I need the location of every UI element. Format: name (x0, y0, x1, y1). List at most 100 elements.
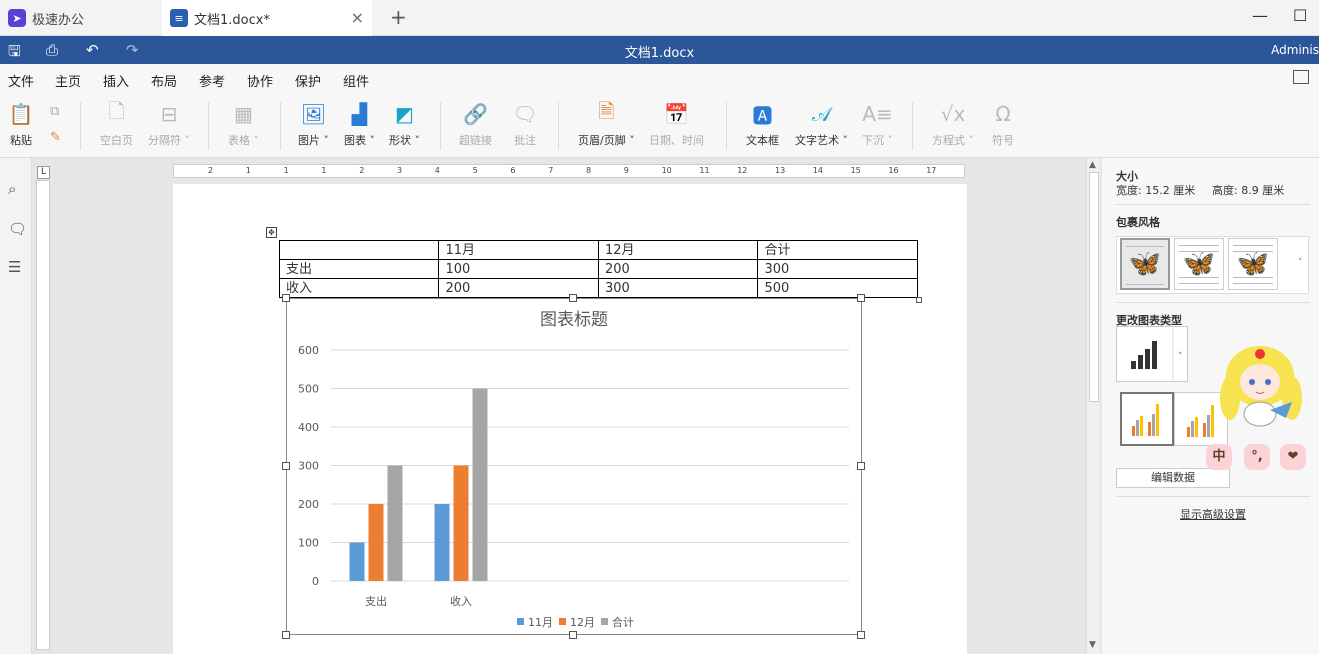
ime-chinese-mode[interactable]: 中 (1206, 444, 1232, 470)
resize-handle[interactable] (282, 294, 290, 302)
horizontal-ruler[interactable]: 2 1 1 1 2 3 4 5 6 7 8 9 10 11 12 13 14 15 16 17 (173, 164, 965, 178)
resize-handle[interactable] (857, 462, 865, 470)
table-button[interactable]: ▦ 表格 ˅ (228, 102, 259, 148)
format-painter-icon[interactable]: ✎ (50, 130, 61, 145)
scroll-up-icon[interactable]: ▲ (1089, 160, 1096, 170)
mascot-image[interactable] (1210, 336, 1310, 436)
copy-icon[interactable]: ⧉ (50, 104, 59, 119)
paste-button[interactable]: 📋 粘贴 (8, 102, 34, 148)
chart-object[interactable]: 图表标题 0 100 200 300 400 500 600 支出 收入 11月 12月 合计 (286, 298, 862, 635)
legend-marker (601, 618, 608, 625)
table-cell[interactable]: 200 (597, 259, 759, 279)
app-tab[interactable]: ➤ 极速办公 (0, 0, 160, 36)
menu-bar: 文件 主页 插入 布局 参考 协作 保护 组件 (0, 64, 1319, 96)
user-name[interactable]: Adminis (1271, 43, 1319, 57)
image-button[interactable]: 🖼 图片 ˅ (298, 102, 329, 148)
comments-icon[interactable]: 🗨 (8, 220, 27, 238)
y-tick-label: 300 (298, 460, 319, 473)
page-break-button[interactable]: ⊟ 分隔符 ˅ (148, 102, 190, 148)
resize-handle[interactable] (282, 631, 290, 639)
bar-合计-支出 (387, 465, 403, 581)
menu-insert[interactable]: 插入 (103, 71, 130, 96)
butterfly-icon: 🦋 (1236, 249, 1270, 279)
ruler-tick-label: 8 (586, 166, 592, 175)
bar-11月-支出 (349, 542, 365, 581)
chart-style-1[interactable] (1120, 392, 1174, 446)
hyperlink-button[interactable]: 🔗 超链接 (459, 102, 492, 148)
table-label: 表格 ˅ (228, 134, 259, 147)
clipboard-icon: 📋 (8, 102, 34, 126)
y-tick-label: 200 (298, 498, 319, 511)
table-cell[interactable]: 100 (438, 259, 599, 279)
chevron-down-icon[interactable]: ˅ (1298, 258, 1303, 268)
menu-home[interactable]: 主页 (55, 71, 81, 90)
ruler-tick-label: 9 (623, 166, 629, 175)
close-tab-icon[interactable]: × (351, 8, 364, 27)
ruler-tick-label: 1 (283, 166, 289, 175)
menu-plugins[interactable]: 组件 (343, 71, 369, 90)
new-tab-button[interactable]: + (390, 5, 407, 29)
resize-handle[interactable] (857, 294, 865, 302)
chart-type-selector[interactable]: ˅ (1116, 326, 1188, 383)
scroll-down-icon[interactable]: ▼ (1089, 640, 1096, 650)
datetime-button[interactable]: 📅 日期、时间 (649, 102, 704, 148)
menu-protect[interactable]: 保护 (295, 71, 321, 90)
page-break-label: 分隔符 ˅ (148, 134, 190, 147)
table-cell[interactable]: 合计 (757, 240, 918, 260)
dropcap-button[interactable]: A≡ 下沉 ˅ (862, 102, 893, 148)
left-toolbar: ⌕ 🗨 ☰ (0, 158, 32, 654)
textbox-button[interactable]: 🅰 文本框 (746, 102, 779, 148)
edit-data-button[interactable]: 编辑数据 (1116, 468, 1230, 488)
blank-page-button[interactable]: 🗋 空白页 (100, 99, 133, 148)
menu-layout[interactable]: 布局 (151, 71, 177, 90)
minimize-icon[interactable]: — (1252, 6, 1268, 25)
ime-heart-icon[interactable]: ❤ (1280, 444, 1306, 470)
ime-punctuation[interactable]: °, (1244, 444, 1270, 470)
tab-stop-selector[interactable]: L (37, 166, 50, 179)
symbol-button[interactable]: Ω 符号 (990, 102, 1016, 148)
vertical-scrollbar[interactable]: ▲ ▼ (1086, 158, 1100, 654)
resize-handle[interactable] (569, 631, 577, 639)
menu-collaborate[interactable]: 协作 (247, 71, 273, 90)
wrap-style-tight[interactable]: 🦋 (1228, 238, 1278, 290)
vertical-ruler[interactable] (36, 180, 50, 650)
shape-button[interactable]: ◩ 形状 ˅ (389, 102, 420, 148)
data-table[interactable]: 11月 12月 合计 支出 100 200 300 收入 200 300 500 (278, 240, 918, 298)
calendar-icon: 📅 (664, 102, 689, 126)
scrollbar-thumb[interactable] (1089, 172, 1099, 402)
wordart-button[interactable]: 𝒜 文字艺术 ˅ (795, 102, 848, 148)
table-cell[interactable]: 11月 (438, 240, 599, 260)
ruler-tick-label: 1 (321, 166, 327, 175)
table-cell[interactable]: 500 (757, 278, 918, 298)
document-tab[interactable]: ≡ 文档1.docx* × (162, 0, 372, 36)
menu-file[interactable]: 文件 (8, 71, 34, 90)
wordart-label: 文字艺术 ˅ (795, 134, 848, 147)
exit-icon[interactable] (1293, 70, 1309, 84)
table-cell[interactable]: 收入 (278, 278, 440, 298)
table-row: 收入 200 300 500 (278, 278, 918, 298)
table-cell[interactable] (278, 240, 440, 260)
table-cell[interactable]: 300 (597, 278, 759, 298)
table-move-handle[interactable]: ✥ (266, 227, 277, 238)
wrap-style-square[interactable]: 🦋 (1174, 238, 1224, 290)
resize-handle[interactable] (857, 631, 865, 639)
comment-button[interactable]: 🗨 批注 (512, 102, 538, 148)
search-icon[interactable]: ⌕ (8, 180, 16, 198)
chart-title: 图表标题 (540, 310, 608, 330)
resize-handle[interactable] (569, 294, 577, 302)
resize-handle[interactable] (282, 462, 290, 470)
maximize-icon[interactable]: ☐ (1293, 6, 1307, 25)
table-cell[interactable]: 12月 (597, 240, 759, 260)
navigation-icon[interactable]: ☰ (8, 258, 21, 276)
equation-button[interactable]: √x 方程式 ˅ (932, 102, 974, 148)
table-cell[interactable]: 支出 (278, 259, 440, 279)
menu-references[interactable]: 参考 (199, 71, 225, 90)
separator (208, 102, 209, 150)
chart-button[interactable]: ▟ 图表 ˅ (344, 102, 375, 148)
table-cell[interactable]: 300 (757, 259, 918, 279)
bar-chart[interactable]: 图表标题 0 100 200 300 400 500 600 支出 收入 11月 12月 合计 (287, 299, 861, 634)
table-resize-handle[interactable] (916, 297, 922, 303)
show-advanced-settings-link[interactable]: 显示高级设置 (1180, 506, 1246, 522)
wrap-style-inline[interactable]: 🦋 (1120, 238, 1170, 290)
header-footer-button[interactable]: 🗎 页眉/页脚 ˅ (578, 99, 635, 148)
